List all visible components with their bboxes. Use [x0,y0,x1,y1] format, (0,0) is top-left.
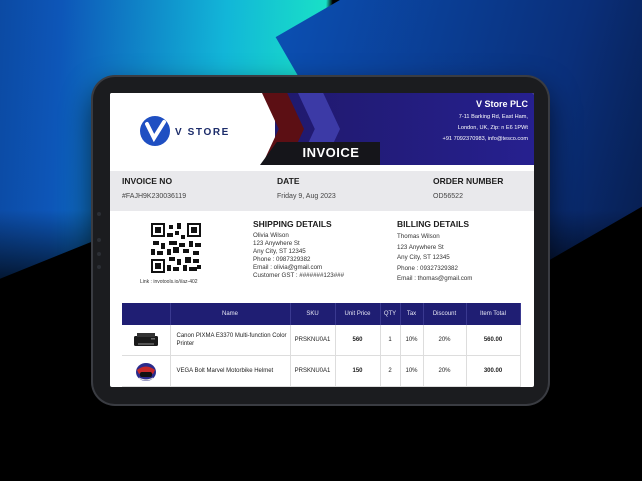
shipping-gst: Customer GST : #######123### [253,272,345,279]
column-header-image [122,303,171,325]
date-block: DATE Friday 9, Aug 2023 [277,176,336,200]
printer-image [131,330,161,350]
billing-name: Thomas Wilson [397,233,440,240]
billing-email: Email : thomas@gmail.com [397,275,473,282]
tax: 10% [400,325,424,356]
column-header-discount[interactable]: Discount [423,303,467,325]
order-number-block: ORDER NUMBER OD56522 [433,176,503,200]
product-name: VEGA Bolt Marvel Motorbike Helmet [170,355,291,387]
shipping-city: Any City, ST 12345 [253,248,306,255]
shipping-name: Olivia Wilson [253,232,289,239]
product-image-cell [122,325,171,356]
table-row[interactable]: VEGA Bolt Marvel Motorbike Helmet PRSKNU… [122,355,521,387]
qr-caption[interactable]: Link : invotools.io/i/az-402 [140,279,198,285]
column-header-name[interactable]: Name [170,303,291,325]
item-total: 560.00 [466,325,521,356]
invoice-title-tag: INVOICE [260,142,380,165]
discount: 20% [423,325,467,356]
invoice-no-label: INVOICE NO [122,176,173,186]
shipping-title: SHIPPING DETAILS [253,219,332,229]
company-address-line2: London, UK, Zip: n E6 1PWt [457,125,528,131]
date-label: DATE [277,176,300,186]
invoice-no-block: INVOICE NO #FAJH9K230036119 [122,176,186,200]
shipping-details: SHIPPING DETAILS Olivia Wilson 123 Anywh… [253,219,344,280]
shipping-email: Email : olivia@gmail.com [253,264,323,271]
billing-title: BILLING DETAILS [397,219,470,229]
sensor-dot [97,252,101,256]
invoice-screen: INVOICE V STORE V Store PLC 7-11 Barking… [110,93,534,387]
quantity: 1 [380,325,401,356]
product-name: Canon PIXMA E3370 Multi-function Color P… [170,325,291,356]
invoice-header: INVOICE V STORE V Store PLC 7-11 Barking… [110,93,534,165]
company-name: V Store PLC [475,99,528,109]
logo-text: V STORE [175,127,230,138]
order-number-value: OD56522 [433,193,463,200]
column-header-item-total[interactable]: Item Total [466,303,521,325]
table-row[interactable]: Canon PIXMA E3370 Multi-function Color P… [122,325,521,356]
column-header-sku[interactable]: SKU [290,303,336,325]
discount: 20% [423,355,467,387]
shipping-phone: Phone : 0987329382 [253,256,311,263]
company-address-line1: 7-11 Barking Rd, East Ham, [458,114,528,120]
billing-street: 123 Anywhere St [397,243,444,251]
invoice-no-value: #FAJH9K230036119 [122,193,187,200]
sensor-dot [97,265,101,269]
unit-price: 150 [335,355,381,387]
billing-details: BILLING DETAILS Thomas Wilson 123 Anywhe… [397,219,472,285]
item-total: 300.00 [466,355,521,387]
product-image-cell [122,355,171,387]
company-contact: +91 7092370983, info@tesco.com [442,136,528,142]
billing-phone: Phone : 09327329382 [397,264,458,272]
billing-city: Any City, ST 12345 [397,254,450,261]
order-number-label: ORDER NUMBER [433,176,504,186]
company-info: V Store PLC 7-11 Barking Rd, East Ham, L… [443,99,528,145]
product-sku: PRSKNU0A1 [290,325,336,356]
helmet-image [131,361,161,381]
column-header-qty[interactable]: QTY [380,303,401,325]
invoice-meta-bar: INVOICE NO #FAJH9K230036119 DATE Friday … [110,171,534,211]
camera-dot [97,212,101,216]
invoice-title: INVOICE [302,145,360,160]
vstore-logo-icon [140,116,170,146]
column-header-unit-price[interactable]: Unit Price [335,303,381,325]
product-sku: PRSKNU0A1 [290,355,336,387]
items-table: Name SKU Unit Price QTY Tax Discount Ite… [122,303,521,387]
qr-code-icon[interactable] [151,223,201,273]
shipping-street: 123 Anywhere St [253,240,300,247]
unit-price: 560 [335,325,381,356]
sensor-dot [97,238,101,242]
column-header-tax[interactable]: Tax [400,303,424,325]
date-value: Friday 9, Aug 2023 [277,193,336,200]
table-header-row: Name SKU Unit Price QTY Tax Discount Ite… [122,303,521,325]
quantity: 2 [380,355,401,387]
tax: 10% [400,355,424,387]
